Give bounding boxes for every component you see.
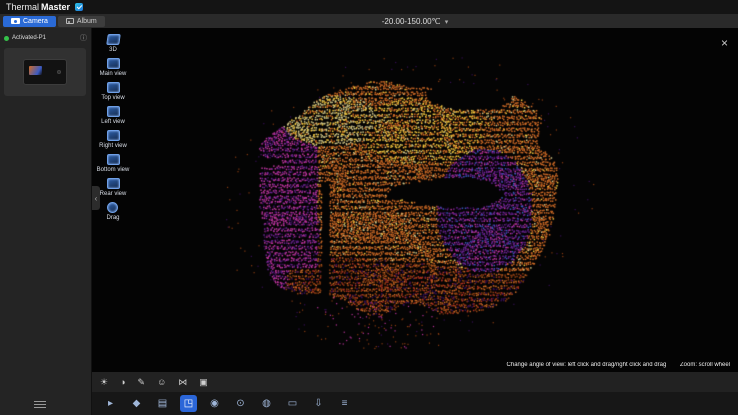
device-status-label: Activated-P1 bbox=[12, 35, 46, 41]
chevron-down-icon: ▾ bbox=[445, 19, 449, 26]
sidebar-menu-icon[interactable] bbox=[34, 399, 46, 410]
app-title-master: Master bbox=[41, 2, 70, 12]
collapse-panel-arrow[interactable]: ‹ bbox=[92, 186, 100, 210]
contrast-icon[interactable]: ◑ bbox=[120, 378, 125, 387]
rear-view-icon bbox=[107, 178, 120, 189]
viewer-hint: Change angle of view: left click and dra… bbox=[507, 362, 730, 368]
info-icon[interactable]: ⓘ bbox=[80, 33, 87, 43]
logo-badge-icon bbox=[75, 3, 83, 11]
device-image bbox=[23, 59, 67, 85]
app-window: Thermal Master Camera Album -20.00-150.0… bbox=[0, 0, 738, 415]
annotate-icon[interactable]: ✎ bbox=[138, 378, 146, 387]
cursor-tool-icon[interactable]: ▸ bbox=[102, 395, 119, 412]
drag-button[interactable]: Drag bbox=[106, 202, 119, 221]
window-tool-icon[interactable]: ▭ bbox=[284, 395, 301, 412]
3d-viewer: 3D Main view Top view Left view bbox=[92, 28, 738, 372]
main-view-icon bbox=[107, 58, 120, 69]
3d-mode-icon[interactable]: ◳ bbox=[180, 395, 197, 412]
view-left-button[interactable]: Left view bbox=[101, 106, 125, 125]
mode-bar: ▸ ◆ ▤ ◳ ◉ ⊙ ◍ ▭ ⇩ ≡ bbox=[92, 392, 738, 415]
view-bottom-button[interactable]: Bottom view bbox=[97, 154, 130, 173]
download-tool-icon[interactable]: ⇩ bbox=[310, 395, 327, 412]
view-right-button[interactable]: Right view bbox=[99, 130, 127, 149]
title-bar: Thermal Master bbox=[0, 0, 738, 14]
mirror-icon[interactable]: ⋈ bbox=[178, 378, 187, 387]
device-sidebar: Activated-P1 ⓘ bbox=[0, 28, 92, 415]
view-3d-button[interactable]: 3D bbox=[107, 34, 120, 53]
gallery-tool-icon[interactable]: ▤ bbox=[154, 395, 171, 412]
capture-tool-icon[interactable]: ◉ bbox=[206, 395, 223, 412]
drag-icon bbox=[107, 202, 118, 213]
layers-tool-icon[interactable]: ◆ bbox=[128, 395, 145, 412]
left-view-icon bbox=[107, 106, 120, 117]
camera-icon bbox=[11, 18, 20, 24]
screenshot-icon[interactable]: ▣ bbox=[199, 378, 208, 387]
hint-zoom: Zoom: scroll wheel bbox=[680, 362, 730, 368]
device-status-row[interactable]: Activated-P1 ⓘ bbox=[4, 33, 87, 43]
close-icon[interactable]: × bbox=[721, 36, 728, 50]
device-screen bbox=[29, 66, 42, 75]
menu-tool-icon[interactable]: ≡ bbox=[336, 395, 353, 412]
top-view-icon bbox=[107, 82, 120, 93]
image-adjust-toolbar: ☀ ◑ ✎ ☺ ⋈ ▣ bbox=[92, 372, 738, 392]
bottom-view-icon bbox=[107, 154, 120, 165]
record-tool-icon[interactable]: ⊙ bbox=[232, 395, 249, 412]
right-view-icon bbox=[107, 130, 120, 141]
album-icon bbox=[66, 18, 74, 24]
emissivity-icon[interactable]: ☺ bbox=[157, 378, 166, 387]
app-title-thermal: Thermal bbox=[6, 2, 39, 12]
view-3d-icon bbox=[106, 34, 121, 45]
tab-camera-label: Camera bbox=[23, 18, 48, 25]
temp-range-dropdown[interactable]: -20.00-150.00℃ ▾ bbox=[92, 17, 738, 26]
device-lens bbox=[57, 70, 61, 74]
point-cloud-canvas[interactable] bbox=[92, 28, 738, 372]
view-top-button[interactable]: Top view bbox=[101, 82, 124, 101]
view-rear-button[interactable]: Rear view bbox=[100, 178, 127, 197]
hint-rotate: Change angle of view: left click and dra… bbox=[507, 362, 667, 368]
status-dot-icon bbox=[4, 36, 9, 41]
sphere-tool-icon[interactable]: ◍ bbox=[258, 395, 275, 412]
view-main-button[interactable]: Main view bbox=[100, 58, 127, 77]
app-logo: Thermal Master bbox=[6, 2, 83, 12]
temp-range-value: -20.00-150.00℃ bbox=[382, 17, 441, 26]
brightness-icon[interactable]: ☀ bbox=[100, 378, 108, 387]
tab-camera[interactable]: Camera bbox=[3, 16, 56, 27]
tab-bar: Camera Album -20.00-150.00℃ ▾ bbox=[0, 14, 738, 28]
device-thumbnail[interactable] bbox=[4, 48, 86, 96]
